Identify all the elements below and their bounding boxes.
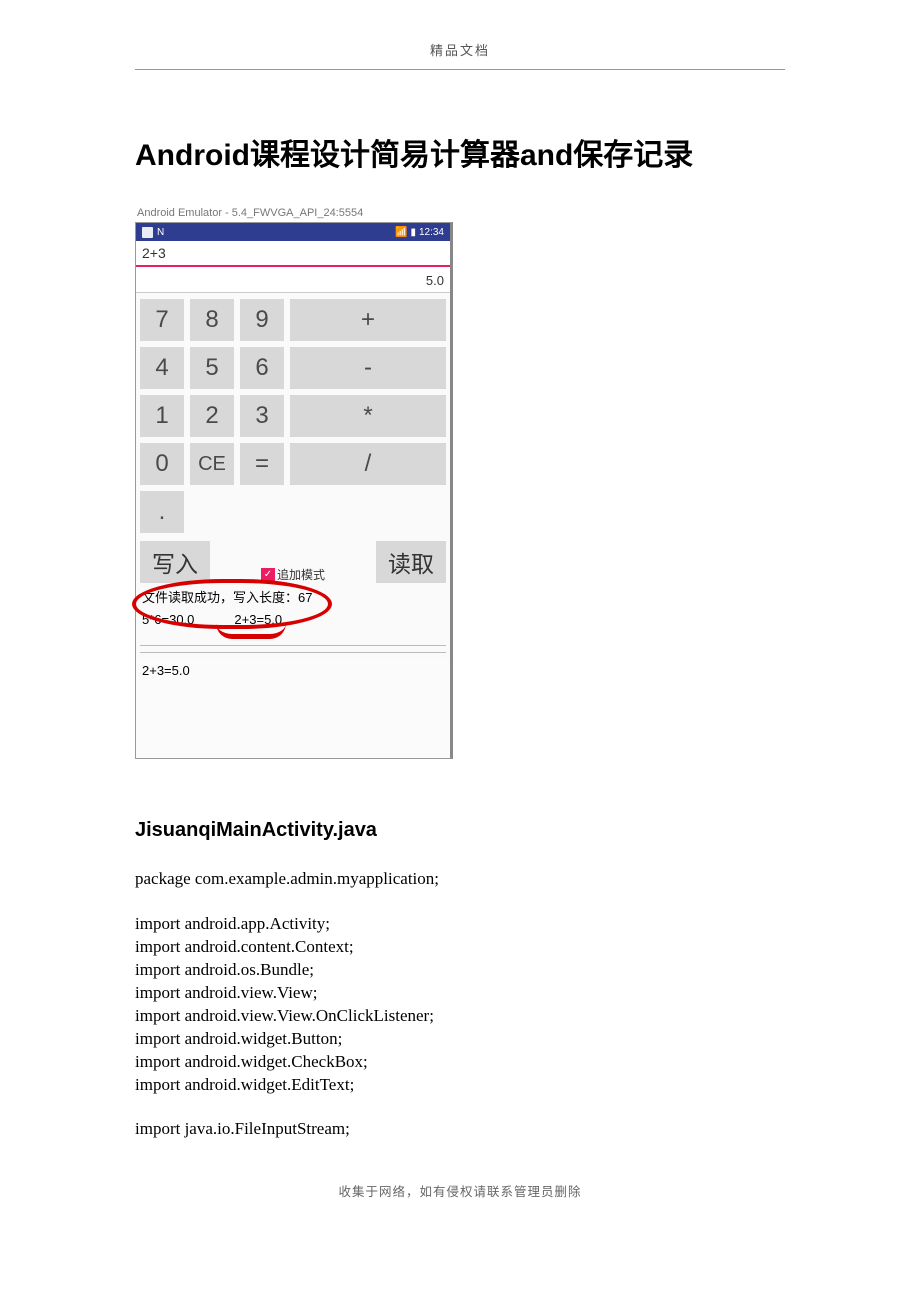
key-3[interactable]: 3	[240, 395, 284, 437]
statusbar-time: 12:34	[419, 227, 444, 238]
emulator-caption: Android Emulator - 5.4_FWVGA_API_24:5554	[135, 204, 455, 222]
code-line: import android.os.Bundle;	[135, 959, 785, 982]
statusbar-letter: N	[157, 227, 164, 238]
code-line: import android.view.View.OnClickListener…	[135, 1005, 785, 1028]
key-7[interactable]: 7	[140, 299, 184, 341]
calculator-keypad: 7 8 9 + 4 5 6 - 1 2 3 * 0	[136, 293, 450, 541]
android-statusbar: N 📶 ▮ 12:34	[136, 223, 450, 241]
key-dot[interactable]: .	[140, 491, 184, 533]
key-4[interactable]: 4	[140, 347, 184, 389]
history-line: 2+3=5.0	[142, 663, 444, 678]
code-blank-line	[135, 1096, 785, 1118]
key-multiply[interactable]: *	[290, 395, 446, 437]
key-equals[interactable]: =	[240, 443, 284, 485]
code-line: import android.widget.Button;	[135, 1028, 785, 1051]
page-header: 精品文档	[135, 40, 785, 69]
section-heading: JisuanqiMainActivity.java	[135, 819, 785, 842]
expression-input[interactable]: 2+3	[136, 241, 450, 267]
key-1[interactable]: 1	[140, 395, 184, 437]
divider	[140, 652, 446, 653]
code-line: import android.app.Activity;	[135, 913, 785, 936]
append-mode-label: 追加模式	[277, 566, 325, 583]
saved-record-1: 5*6=30.0	[142, 612, 194, 627]
code-blank-line	[135, 891, 785, 913]
key-plus[interactable]: +	[290, 299, 446, 341]
key-9[interactable]: 9	[240, 299, 284, 341]
io-row: 写入 ✓ 追加模式 读取	[136, 541, 450, 585]
key-5[interactable]: 5	[190, 347, 234, 389]
code-line: import android.view.View;	[135, 982, 785, 1005]
write-button[interactable]: 写入	[140, 541, 210, 583]
result-output: 5.0	[136, 267, 450, 293]
code-line: import android.widget.CheckBox;	[135, 1051, 785, 1074]
divider	[140, 645, 446, 646]
key-2[interactable]: 2	[190, 395, 234, 437]
append-mode-checkbox[interactable]: ✓ 追加模式	[220, 566, 366, 583]
key-ce[interactable]: CE	[190, 443, 234, 485]
key-0[interactable]: 0	[140, 443, 184, 485]
key-divide[interactable]: /	[290, 443, 446, 485]
signal-icon: 📶	[395, 227, 407, 238]
key-8[interactable]: 8	[190, 299, 234, 341]
saved-record-2: 2+3=5.0	[234, 612, 282, 627]
page-footer: 收集于网络，如有侵权请联系管理员删除	[135, 1181, 785, 1200]
emulator-frame: N 📶 ▮ 12:34 2+3 5.0 7 8 9 + 4	[135, 222, 453, 759]
code-line: package com.example.admin.myapplication;	[135, 868, 785, 891]
notification-icon	[142, 227, 153, 238]
document-title: Android课程设计简易计算器and保存记录	[135, 130, 785, 174]
key-6[interactable]: 6	[240, 347, 284, 389]
code-line: import android.content.Context;	[135, 936, 785, 959]
status-area: 文件读取成功，写入长度：67 5*6=30.0 2+3=5.0	[136, 585, 450, 627]
header-divider	[135, 69, 785, 70]
code-block: package com.example.admin.myapplication;…	[135, 868, 785, 1141]
key-minus[interactable]: -	[290, 347, 446, 389]
code-line: import java.io.FileInputStream;	[135, 1118, 785, 1141]
checkbox-checked-icon: ✓	[261, 568, 275, 582]
document-page: 精品文档 Android课程设计简易计算器and保存记录 Android Emu…	[0, 0, 920, 1230]
history-area: 2+3=5.0	[136, 659, 450, 758]
code-line: import android.widget.EditText;	[135, 1074, 785, 1097]
emulator-screenshot: Android Emulator - 5.4_FWVGA_API_24:5554…	[135, 204, 455, 759]
battery-icon: ▮	[410, 227, 416, 238]
status-message: 文件读取成功，写入长度：67	[142, 587, 444, 606]
read-button[interactable]: 读取	[376, 541, 446, 583]
